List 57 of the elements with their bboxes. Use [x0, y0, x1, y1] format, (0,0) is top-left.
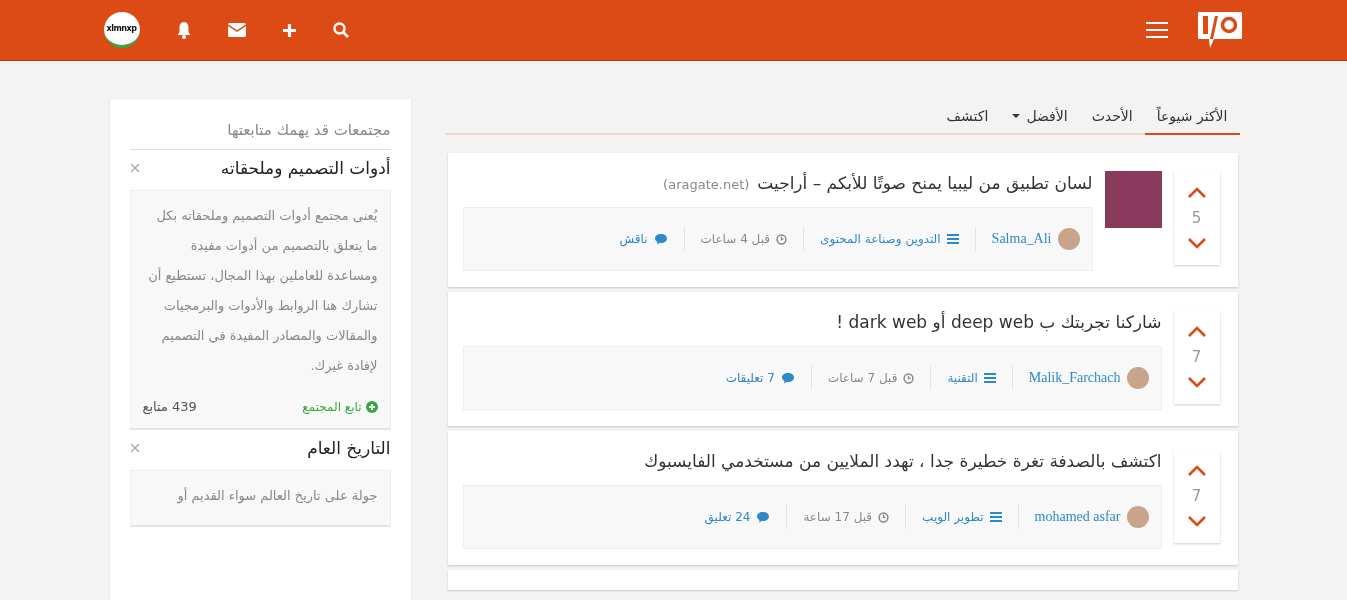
tab[interactable]: الأكثر شيوعاً	[1144, 99, 1240, 135]
close-icon[interactable]	[129, 163, 140, 173]
upvote-icon[interactable]	[1186, 465, 1207, 477]
post-time: قبل 7 ساعات	[827, 371, 898, 385]
envelope-icon[interactable]	[227, 23, 246, 37]
comments-link[interactable]: 7 تعليقات	[725, 371, 775, 385]
post-time: قبل 4 ساعات	[700, 232, 771, 246]
comment-icon	[756, 511, 771, 523]
upvote-icon[interactable]	[1186, 187, 1207, 199]
comments-link[interactable]: ناقش	[619, 232, 648, 246]
downvote-icon[interactable]	[1186, 237, 1207, 249]
tab[interactable]: الأفضل	[1000, 99, 1080, 135]
clock-icon	[878, 511, 890, 523]
tab[interactable]: الأحدث	[1079, 99, 1145, 135]
post-title[interactable]: لسان تطبيق من ليبيا يمنح صوتًا للأبكم – أراجيت	[757, 173, 1093, 193]
community-description: يُعنى مجتمع أدوات التصميم وملحقاته بكل ما يتعلق بالتصميم من أدوات مفيدة ومساعدة للعاملين بهذا المجال، تستطيع أن تشارك هنا الروابط والأدوات والبرمجيات والمقالات والمصادر المفيدة في التصميم لإفادة غيرك.	[147, 206, 378, 375]
upvote-icon[interactable]	[1186, 326, 1207, 338]
category-link[interactable]: تطوير الويب	[922, 510, 984, 524]
plus-icon[interactable]	[281, 22, 297, 38]
category-link[interactable]: التدوين وصناعة المحتوى	[820, 232, 941, 246]
clock-icon	[903, 372, 915, 384]
close-icon[interactable]	[129, 443, 140, 453]
comment-icon	[780, 372, 795, 384]
user-avatar[interactable]: xlmnxp	[103, 12, 140, 48]
sidebar-heading: مجتمعات قد يهمك متابعتها	[129, 121, 391, 150]
community-title[interactable]: التاريخ العام	[307, 438, 391, 458]
community-description: جولة على تاريخ العالم سواء القديم أو	[176, 486, 378, 506]
avatar-icon	[1057, 228, 1080, 250]
tab[interactable]: اكتشف	[934, 99, 1001, 135]
downvote-icon[interactable]	[1186, 515, 1207, 527]
author-link[interactable]: Salma_Ali	[991, 231, 1052, 247]
community-title[interactable]: أدوات التصميم وملحقاته	[220, 158, 391, 178]
plus-circle-icon	[365, 400, 378, 413]
vote-count: 7	[1191, 487, 1202, 505]
clock-icon	[776, 233, 788, 245]
avatar-icon	[1126, 367, 1149, 389]
follower-count: 439 متابع	[142, 399, 197, 414]
menu-icon[interactable]	[1145, 22, 1168, 38]
logo-icon[interactable]	[1197, 12, 1242, 48]
post-title[interactable]: شاركنا تجربتك ب deep web أو dark web !	[836, 312, 1162, 332]
comments-link[interactable]: 24 تعليق	[704, 510, 751, 524]
category-link[interactable]: التقنية	[947, 371, 978, 385]
bell-icon[interactable]	[175, 21, 192, 39]
vote-count: 7	[1191, 348, 1202, 366]
post-time: قبل 17 ساعة	[803, 510, 873, 524]
post-title[interactable]: اكتشف بالصدفة تغرة خطيرة جدا ، تهدد الملايين من مستخدمي الفايسبوك	[644, 451, 1162, 471]
vote-count: 5	[1191, 209, 1202, 227]
downvote-icon[interactable]	[1186, 376, 1207, 388]
post-domain: (aragate.net)	[663, 177, 750, 192]
list-icon	[989, 512, 1002, 522]
avatar-icon	[1126, 506, 1149, 528]
author-link[interactable]: Malik_Farchach	[1028, 370, 1121, 386]
list-icon	[983, 373, 996, 383]
author-link[interactable]: mohamed asfar	[1034, 509, 1121, 525]
search-icon[interactable]	[332, 22, 349, 38]
list-icon	[946, 234, 959, 244]
comment-icon	[653, 233, 668, 245]
